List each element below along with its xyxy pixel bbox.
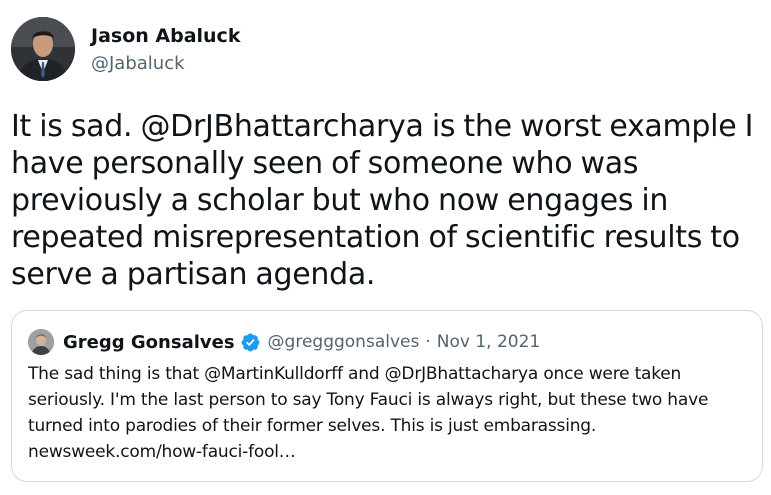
quoted-author-handle[interactable]: @gregggonsalves bbox=[268, 332, 420, 352]
author-name[interactable]: Jason Abaluck bbox=[91, 25, 240, 47]
quoted-tweet-card[interactable]: Gregg Gonsalves @gregggonsalves · Nov 1,… bbox=[11, 310, 763, 482]
separator-dot: · bbox=[425, 332, 431, 352]
verified-badge-icon bbox=[240, 332, 261, 353]
quoted-author-name[interactable]: Gregg Gonsalves bbox=[63, 332, 235, 353]
author-handle[interactable]: @Jabaluck bbox=[91, 53, 185, 75]
quoted-author-avatar[interactable] bbox=[28, 329, 54, 355]
author-avatar[interactable] bbox=[11, 17, 75, 81]
tweet: Jason Abaluck @Jabaluck It is sad. @DrJB… bbox=[0, 0, 771, 495]
tweet-text: It is sad. @DrJBhattarcharya is the wors… bbox=[11, 109, 754, 292]
quoted-author-avatar-image bbox=[28, 329, 54, 355]
quoted-tweet-text: The sad thing is that @MartinKulldorff a… bbox=[28, 364, 709, 462]
author-avatar-image bbox=[11, 17, 75, 81]
quoted-tweet-header: Gregg Gonsalves @gregggonsalves · Nov 1,… bbox=[28, 327, 540, 357]
quoted-tweet-date[interactable]: Nov 1, 2021 bbox=[437, 332, 540, 352]
